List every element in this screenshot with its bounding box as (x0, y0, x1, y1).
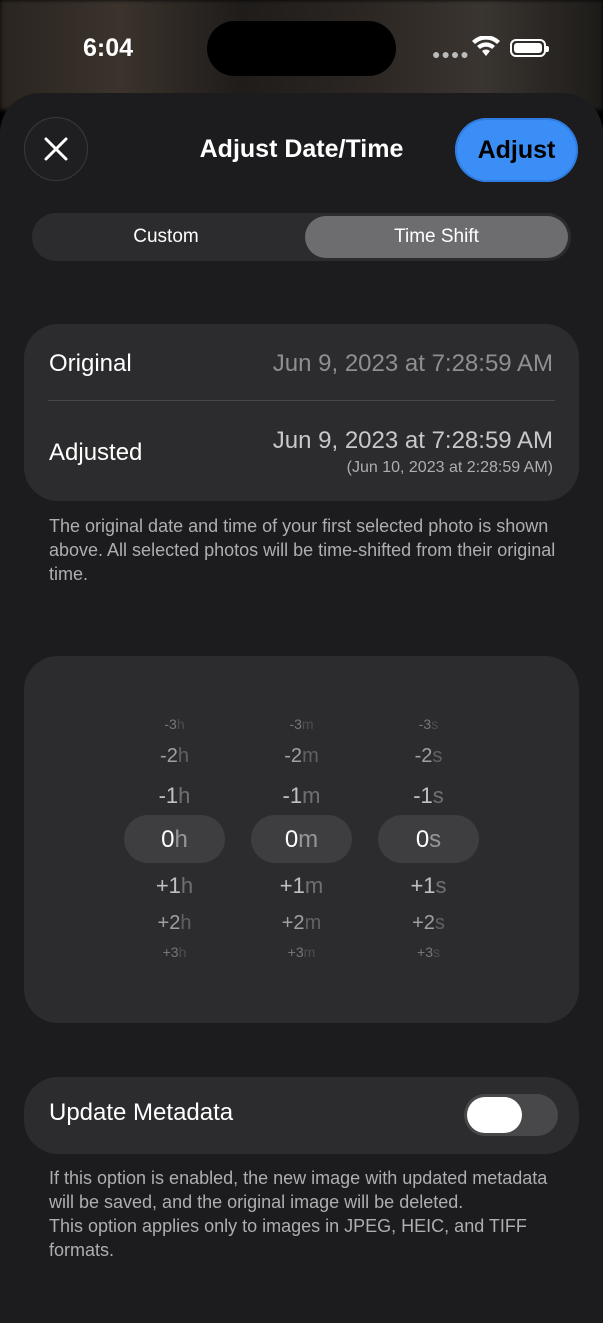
metadata-note-line2: This option applies only to images in JP… (49, 1216, 527, 1260)
metadata-note-line1: If this option is enabled, the new image… (49, 1168, 548, 1212)
minutes-wheel-item[interactable]: +3m (251, 944, 352, 960)
mode-segmented-control: Custom Time Shift (32, 213, 571, 261)
hours-wheel-item[interactable]: +3h (124, 944, 225, 960)
seconds-wheel-item[interactable]: -1s (378, 783, 479, 809)
original-value: Jun 9, 2023 at 7:28:59 AM (272, 350, 553, 377)
status-bar: 6:04 ●●●● (0, 0, 603, 95)
metadata-note: If this option is enabled, the new image… (49, 1166, 559, 1262)
summary-card: Original Jun 9, 2023 at 7:28:59 AM Adjus… (24, 324, 579, 501)
seconds-wheel-item[interactable]: -2s (378, 745, 479, 768)
hours-wheel-item[interactable]: +1h (124, 873, 225, 899)
seconds-wheel-item[interactable]: +2s (378, 912, 479, 935)
update-metadata-row: Update Metadata (24, 1077, 579, 1154)
hours-wheel-item[interactable]: -3h (124, 716, 225, 732)
update-metadata-label: Update Metadata (49, 1099, 234, 1126)
minutes-wheel-item[interactable]: +1m (251, 873, 352, 899)
signal-icon: ●●●● (432, 46, 470, 62)
segment-custom[interactable]: Custom (35, 216, 297, 258)
wifi-icon (472, 35, 500, 63)
hours-wheel-item[interactable]: -1h (124, 783, 225, 809)
seconds-wheel-item[interactable]: 0s (378, 826, 479, 854)
adjusted-label: Adjusted (49, 439, 143, 466)
minutes-wheel-item[interactable]: 0m (251, 826, 352, 854)
minutes-wheel-item[interactable]: -2m (251, 745, 352, 768)
seconds-wheel-item[interactable]: +1s (378, 873, 479, 899)
status-time: 6:04 (83, 34, 134, 62)
adjust-button[interactable]: Adjust (455, 118, 578, 182)
update-metadata-toggle[interactable] (464, 1094, 558, 1136)
seconds-wheel-item[interactable]: -3s (378, 716, 479, 732)
adjusted-subvalue: (Jun 10, 2023 at 2:28:59 AM) (346, 459, 553, 476)
minutes-wheel-item[interactable]: -3m (251, 716, 352, 732)
seconds-wheel-item[interactable]: +3s (378, 944, 479, 960)
hours-wheel-item[interactable]: -2h (124, 745, 225, 768)
time-shift-note: The original date and time of your first… (49, 516, 556, 584)
adjust-date-sheet: Adjust Date/Time Adjust Custom Time Shif… (0, 93, 603, 1323)
toggle-knob (467, 1097, 522, 1133)
hours-wheel-item[interactable]: 0h (124, 826, 225, 854)
original-label: Original (49, 350, 132, 377)
minutes-wheel-item[interactable]: -1m (251, 783, 352, 809)
battery-icon (510, 39, 549, 57)
hours-wheel-item[interactable]: +2h (124, 912, 225, 935)
adjusted-value: Jun 9, 2023 at 7:28:59 AM (272, 427, 553, 454)
divider (48, 400, 555, 401)
dynamic-island (207, 21, 396, 76)
segment-time-shift[interactable]: Time Shift (305, 216, 568, 258)
minutes-wheel-item[interactable]: +2m (251, 912, 352, 935)
